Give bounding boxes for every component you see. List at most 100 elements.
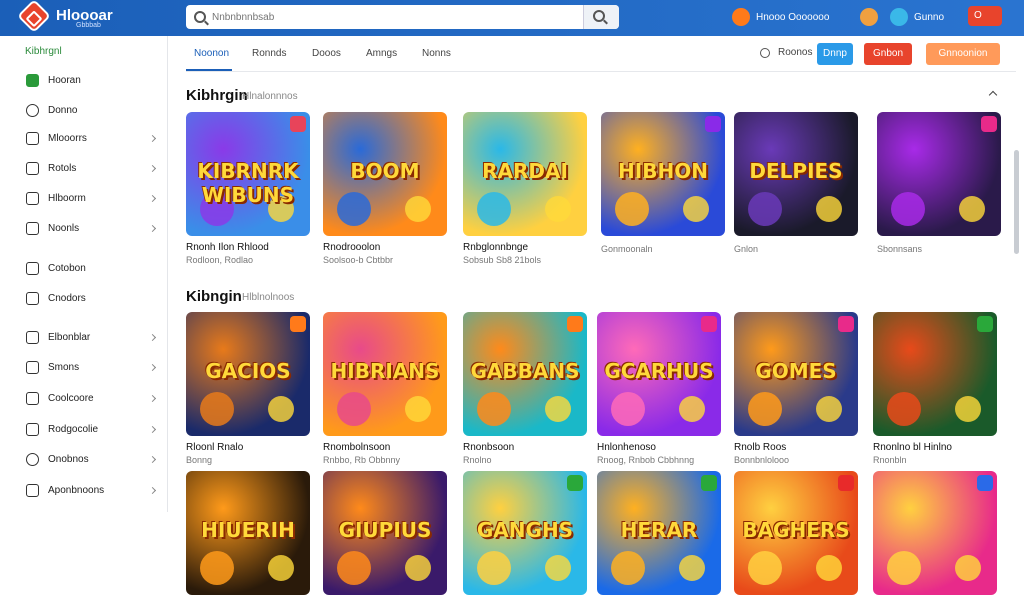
bell-icon bbox=[26, 452, 39, 466]
game-card[interactable]: KIBRNRK WIBUNS Rnonh Ilon Rhlood Rodloon, … bbox=[186, 112, 310, 265]
red-action-button[interactable]: Gnbon bbox=[864, 43, 912, 65]
blue-action-button[interactable]: Dnnp bbox=[817, 43, 853, 65]
sidebar-item-9[interactable]: Smons bbox=[0, 357, 168, 377]
sidebar-item-6[interactable]: Cotobon bbox=[0, 258, 168, 278]
sidebar-item-2[interactable]: Mlooorrs bbox=[0, 128, 168, 148]
character-art bbox=[268, 396, 294, 422]
character-art bbox=[816, 196, 842, 222]
sidebar-item-13[interactable]: Aponbnoons bbox=[0, 480, 168, 500]
sidebar-item-label: Aponbnoons bbox=[48, 484, 105, 496]
sidebar-item-0[interactable]: Hooran bbox=[0, 70, 168, 90]
tab-games[interactable]: Amngs bbox=[366, 48, 397, 59]
game-name[interactable]: Rnonlno bl Hinlno bbox=[873, 442, 997, 453]
game-card[interactable]: BOOM Rnodrooolon Soolsoo-b Cbtbbr bbox=[323, 112, 447, 265]
game-meta: Sbonnsans bbox=[877, 244, 923, 254]
layers-icon bbox=[26, 330, 39, 344]
search-icon bbox=[593, 10, 605, 22]
game-card[interactable]: GABBANS Rnonbsoon Rnolno bbox=[463, 312, 587, 465]
game-name[interactable]: Rnonh Ilon Rhlood bbox=[186, 242, 310, 253]
game-card[interactable]: GIUPIUS bbox=[323, 471, 447, 595]
profile-link[interactable]: Gunno bbox=[860, 6, 944, 28]
sidebar-item-5[interactable]: Noonls bbox=[0, 218, 168, 238]
game-name[interactable]: Rnodrooolon bbox=[323, 242, 447, 253]
game-name[interactable]: Rnolb Roos bbox=[734, 442, 858, 453]
game-thumbnail[interactable] bbox=[873, 312, 997, 436]
user-menu-button[interactable]: O bbox=[968, 6, 1002, 26]
sidebar-item-7[interactable]: Cnodors bbox=[0, 288, 168, 308]
game-thumbnail[interactable]: RARDAI bbox=[463, 112, 587, 236]
character-art bbox=[477, 551, 511, 585]
game-thumbnail[interactable]: GANGHS bbox=[463, 471, 587, 595]
tag-icon bbox=[26, 261, 39, 275]
thumbnail-title: GACIOS bbox=[205, 359, 291, 384]
game-thumbnail[interactable] bbox=[877, 112, 1001, 236]
search-input[interactable] bbox=[212, 11, 582, 23]
game-card[interactable]: RARDAI Rnbglonnbnge Sobsub Sb8 21bols bbox=[463, 112, 587, 265]
bird-icon bbox=[890, 8, 908, 26]
game-thumbnail[interactable]: GACIOS bbox=[186, 312, 310, 436]
game-card[interactable]: GANGHS bbox=[463, 471, 587, 595]
game-name[interactable]: Rnonbsoon bbox=[463, 442, 587, 453]
sidebar-item-12[interactable]: Onobnos bbox=[0, 449, 168, 469]
game-thumbnail[interactable]: DELPIES bbox=[734, 112, 858, 236]
game-thumbnail[interactable]: HIBRIANS bbox=[323, 312, 447, 436]
game-name[interactable]: Rloonl Rnalo bbox=[186, 442, 310, 453]
sidebar-heading: Kibhrgnl bbox=[25, 46, 62, 57]
settings-icon bbox=[26, 391, 39, 405]
game-thumbnail[interactable]: GCARHUS bbox=[597, 312, 721, 436]
game-thumbnail[interactable] bbox=[873, 471, 997, 595]
sidebar-item-11[interactable]: Rodgocolie bbox=[0, 419, 168, 439]
game-card[interactable]: GOMES Rnolb Roos Bonnbnlolooo bbox=[734, 312, 858, 465]
game-card[interactable]: HIBRIANS Rnombolnsoon Rnbbo, Rb Obbnny bbox=[323, 312, 447, 465]
character-art bbox=[816, 555, 842, 581]
sidebar-item-3[interactable]: Rotols bbox=[0, 158, 168, 178]
sidebar-item-label: Elbonblar bbox=[48, 331, 91, 343]
sidebar-item-label: Hlboorm bbox=[48, 192, 86, 204]
page-scrollbar[interactable] bbox=[1014, 150, 1019, 254]
sidebar-item-4[interactable]: Hlboorm bbox=[0, 188, 168, 208]
game-card[interactable]: Sbonnsans bbox=[877, 112, 1001, 254]
game-thumbnail[interactable]: HIUERIH bbox=[186, 471, 310, 595]
thumbnail-title: RARDAI bbox=[482, 159, 568, 184]
game-thumbnail[interactable]: BOOM bbox=[323, 112, 447, 236]
character-art bbox=[683, 196, 709, 222]
sidebar-item-10[interactable]: Coolcoore bbox=[0, 388, 168, 408]
game-card[interactable]: Rnonlno bl Hinlno Rnonbln bbox=[873, 312, 997, 465]
orange-action-button[interactable]: Gnnoonion bbox=[926, 43, 1000, 65]
notifications-link[interactable]: Hnooo Ooooooo bbox=[732, 6, 829, 28]
game-card[interactable] bbox=[873, 471, 997, 595]
game-card[interactable]: HIUERIH bbox=[186, 471, 310, 595]
game-card[interactable]: BAGHERS bbox=[734, 471, 858, 595]
game-thumbnail[interactable]: HERAR bbox=[597, 471, 721, 595]
game-name[interactable]: Rnbglonnbnge bbox=[463, 242, 587, 253]
game-card[interactable]: DELPIES Gnlon bbox=[734, 112, 858, 254]
game-name[interactable]: Rnombolnsoon bbox=[323, 442, 447, 453]
game-card[interactable]: HIBHON Gonmoonaln bbox=[601, 112, 725, 254]
sidebar-item-1[interactable]: Donno bbox=[0, 100, 168, 120]
home-icon bbox=[26, 73, 39, 87]
game-card[interactable]: HERAR bbox=[597, 471, 721, 595]
sidebar-item-8[interactable]: Elbonblar bbox=[0, 327, 168, 347]
game-card[interactable]: GACIOS Rloonl Rnalo Bonng bbox=[186, 312, 310, 465]
sidebar-item-label: Smons bbox=[48, 361, 80, 373]
tab-news[interactable]: Nonns bbox=[422, 48, 451, 59]
game-thumbnail[interactable]: GOMES bbox=[734, 312, 858, 436]
tab-home[interactable]: Noonon bbox=[194, 48, 229, 59]
brand-logo-icon[interactable] bbox=[17, 0, 51, 33]
game-name[interactable]: Hnlonhenoso bbox=[597, 442, 721, 453]
game-meta: Sobsub Sb8 21bols bbox=[463, 255, 542, 265]
search-button[interactable] bbox=[583, 5, 619, 29]
badge-icon bbox=[290, 316, 306, 332]
game-thumbnail[interactable]: BAGHERS bbox=[734, 471, 858, 595]
top-bar: Hloooar Gbbbab Hnooo Ooooooo Gunno O bbox=[0, 0, 1024, 36]
game-card[interactable]: GCARHUS Hnlonhenoso Rnoog, Rnbob Cbbhnng bbox=[597, 312, 721, 465]
game-thumbnail[interactable]: KIBRNRK WIBUNS bbox=[186, 112, 310, 236]
tab-docs[interactable]: Dooos bbox=[312, 48, 341, 59]
game-thumbnail[interactable]: GABBANS bbox=[463, 312, 587, 436]
brand-tagline: Gbbbab bbox=[76, 22, 101, 29]
game-thumbnail[interactable]: HIBHON bbox=[601, 112, 725, 236]
game-thumbnail[interactable]: GIUPIUS bbox=[323, 471, 447, 595]
thumbnail-title: HIUERIH bbox=[201, 518, 295, 543]
chevron-up-icon[interactable] bbox=[988, 90, 998, 100]
tab-rounds[interactable]: Ronnds bbox=[252, 48, 286, 59]
